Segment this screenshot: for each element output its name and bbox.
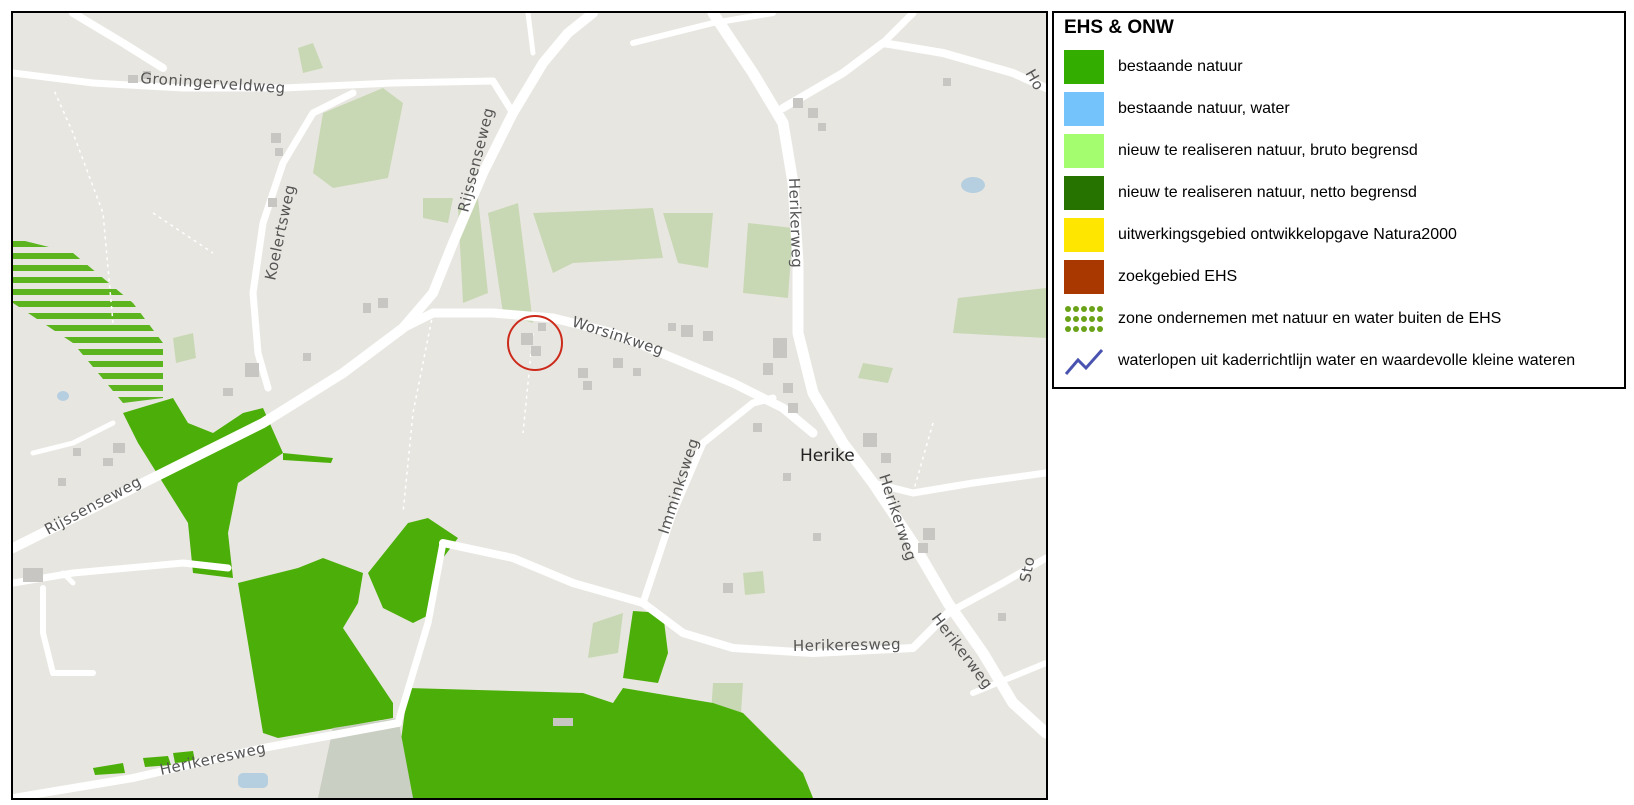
legend-item-bestaande-natuur-water: bestaande natuur, water [1064,92,1620,126]
legend-swatch-nieuw-bruto [1064,134,1104,168]
legend-label: uitwerkingsgebied ontwikkelopgave Natura… [1118,226,1457,243]
legend-label: nieuw te realiseren natuur, bruto begren… [1118,142,1418,159]
legend-item-bestaande-natuur: bestaande natuur [1064,50,1620,84]
place-label-herike: Herike [800,446,855,466]
map-view[interactable]: Groningerveldweg Rijssenseweg Rijssensew… [11,11,1048,800]
legend-label: waterlopen uit kaderrichtlijn water en w… [1118,352,1576,369]
legend-item-zone-ondernemen: zone ondernemen met natuur en water buit… [1064,302,1620,336]
legend-swatch-bestaande-natuur-water [1064,92,1104,126]
legend-swatch-waterlopen [1064,344,1104,378]
map-canvas: Groningerveldweg Rijssenseweg Rijssensew… [13,13,1046,798]
legend-label: bestaande natuur, water [1118,100,1290,117]
road-label-herikeresweg-east: Herikeresweg [793,635,901,655]
legend-panel: EHS & ONW bestaande natuur bestaande nat… [1052,11,1626,389]
legend-title: EHS & ONW [1064,17,1174,38]
legend-swatch-zoekgebied-ehs [1064,260,1104,294]
dot-pattern-icon [1065,306,1103,332]
road-label-herikerweg-north: Herikerweg [785,178,806,269]
legend-swatch-natura2000 [1064,218,1104,252]
legend-item-natura2000: uitwerkingsgebied ontwikkelopgave Natura… [1064,218,1620,252]
legend-label: nieuw te realiseren natuur, netto begren… [1118,184,1417,201]
legend-swatch-zone-ondernemen [1064,302,1104,336]
legend-item-nieuw-netto: nieuw te realiseren natuur, netto begren… [1064,176,1620,210]
legend-label: bestaande natuur [1118,58,1243,75]
legend-swatch-bestaande-natuur [1064,50,1104,84]
legend-label: zoekgebied EHS [1118,268,1238,285]
legend-label: zone ondernemen met natuur en water buit… [1118,310,1502,327]
legend-item-zoekgebied-ehs: zoekgebied EHS [1064,260,1620,294]
legend-item-waterlopen: waterlopen uit kaderrichtlijn water en w… [1064,344,1620,378]
waterway-line-icon [1064,349,1104,375]
legend-swatch-nieuw-netto [1064,176,1104,210]
legend-item-nieuw-bruto: nieuw te realiseren natuur, bruto begren… [1064,134,1620,168]
